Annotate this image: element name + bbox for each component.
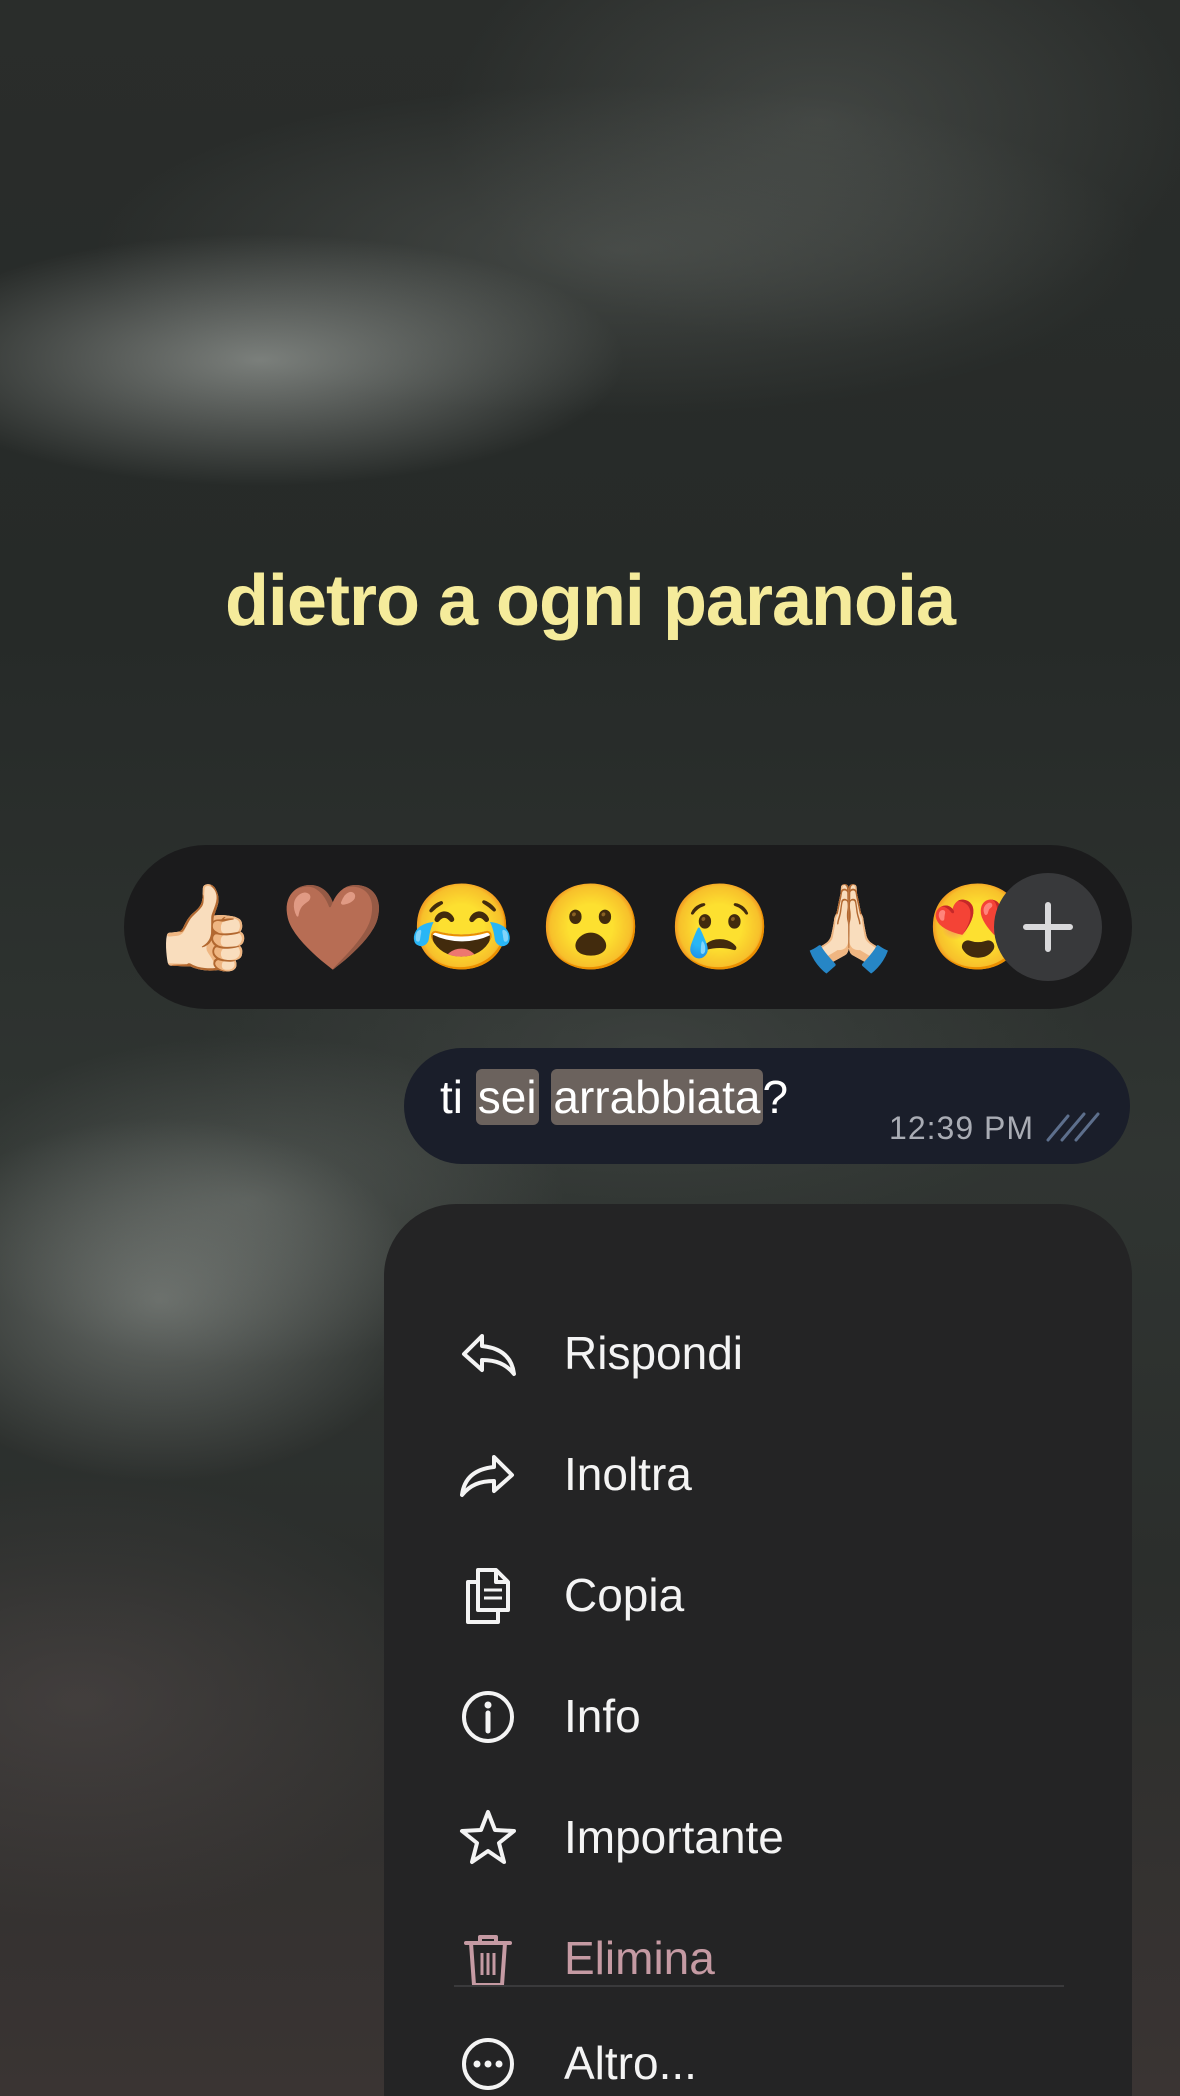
- message-punctuation: ?: [762, 1071, 789, 1123]
- message-timestamp: 12:39 PM: [889, 1110, 1034, 1146]
- context-menu: Rispondi Inoltra Copia Info Importante E…: [384, 1204, 1132, 2096]
- menu-item-more[interactable]: Altro...: [384, 2004, 1132, 2096]
- highlighted-word: arrabbiata: [551, 1069, 763, 1125]
- menu-item-label: Rispondi: [564, 1327, 743, 1379]
- menu-item-forward[interactable]: Inoltra: [384, 1415, 1132, 1535]
- info-icon: [462, 1691, 514, 1743]
- add-reaction-button[interactable]: [994, 873, 1102, 981]
- reaction-thumbs-up[interactable]: 👍🏻: [150, 873, 258, 981]
- overlay-caption: dietro a ogni paranoia: [224, 561, 956, 641]
- menu-item-copy[interactable]: Copia: [384, 1536, 1132, 1656]
- menu-item-important[interactable]: Importante: [384, 1778, 1132, 1898]
- reaction-crying[interactable]: 😢: [666, 873, 774, 981]
- message-word: ti: [440, 1071, 463, 1123]
- menu-item-label: Importante: [564, 1811, 784, 1863]
- menu-item-label: Elimina: [564, 1932, 715, 1984]
- double-check-icon: [1044, 1110, 1100, 1144]
- highlighted-word: sei: [475, 1069, 539, 1125]
- reaction-bar: 👍🏻 🤎 😂 😮 😢 🙏🏻 😍: [124, 845, 1132, 1009]
- menu-item-info[interactable]: Info: [384, 1657, 1132, 1777]
- reaction-tears-of-joy[interactable]: 😂: [408, 873, 516, 981]
- reaction-heart[interactable]: 🤎: [279, 873, 387, 981]
- menu-item-label: Inoltra: [564, 1448, 692, 1500]
- menu-item-reply[interactable]: Rispondi: [384, 1294, 1132, 1414]
- menu-divider: [454, 1985, 1064, 1987]
- star-icon: [460, 1810, 516, 1864]
- forward-icon: [460, 1455, 514, 1497]
- menu-item-label: Info: [564, 1690, 641, 1742]
- trash-icon: [464, 1935, 512, 1987]
- screen: dietro a ogni paranoia 👍🏻 🤎 😂 😮 😢 🙏🏻 😍 t…: [0, 0, 1180, 2096]
- more-icon: [462, 2038, 514, 2090]
- plus-icon: [1023, 902, 1073, 952]
- menu-item-label: Altro...: [564, 2037, 697, 2089]
- menu-item-label: Copia: [564, 1569, 685, 1621]
- menu-item-delete[interactable]: Elimina: [384, 1899, 1132, 2019]
- copy-icon: [466, 1568, 510, 1624]
- reaction-folded-hands[interactable]: 🙏🏻: [795, 873, 903, 981]
- reply-icon: [462, 1334, 516, 1376]
- reaction-surprised[interactable]: 😮: [537, 873, 645, 981]
- message-bubble[interactable]: ti sei arrabbiata? 12:39 PM: [404, 1048, 1130, 1164]
- message-text: ti sei arrabbiata?: [440, 1069, 789, 1125]
